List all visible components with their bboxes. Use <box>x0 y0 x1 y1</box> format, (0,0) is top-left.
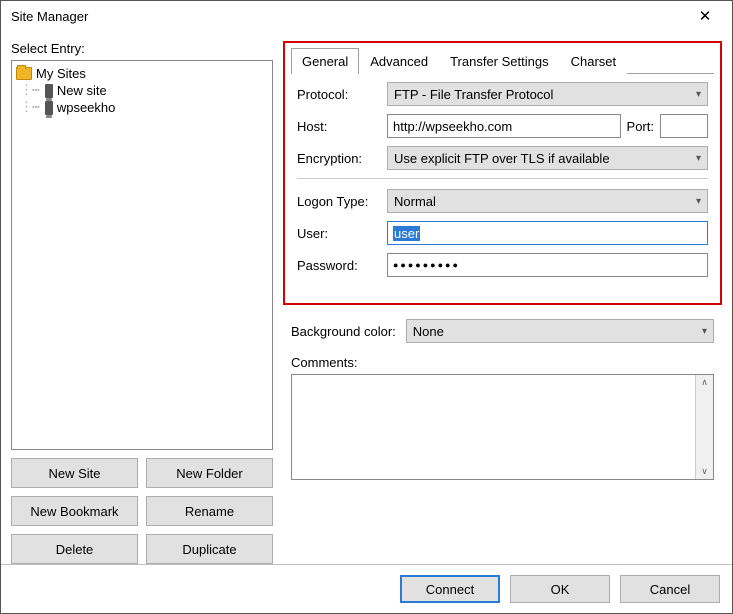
tree-root-my-sites[interactable]: My Sites <box>14 65 270 82</box>
background-color-row: Background color: None ▾ <box>291 319 714 343</box>
chevron-down-icon: ▾ <box>696 196 701 207</box>
protocol-label: Protocol: <box>297 87 381 102</box>
encryption-label: Encryption: <box>297 151 381 166</box>
background-color-value: None <box>413 324 444 339</box>
scroll-down-icon[interactable]: ∨ <box>701 464 708 479</box>
right-panel: General Advanced Transfer Settings Chars… <box>283 41 722 564</box>
password-row: Password: ●●●●●●●●● <box>297 253 708 277</box>
left-panel: Select Entry: My Sites ⋮⋯ New site ⋮⋯ <box>11 41 273 564</box>
scroll-up-icon[interactable]: ∧ <box>701 375 708 390</box>
tree-root-label: My Sites <box>36 66 86 81</box>
logon-type-value: Normal <box>394 194 436 209</box>
host-port-wrap: Port: <box>387 114 708 138</box>
comments-content[interactable] <box>292 375 695 479</box>
tab-advanced[interactable]: Advanced <box>359 48 439 74</box>
ok-button[interactable]: OK <box>510 575 610 603</box>
host-input[interactable] <box>387 114 621 138</box>
site-manager-window: Site Manager ✕ Select Entry: My Sites ⋮⋯… <box>0 0 733 614</box>
titlebar: Site Manager ✕ <box>1 1 732 31</box>
new-site-button[interactable]: New Site <box>11 458 138 488</box>
site-tree[interactable]: My Sites ⋮⋯ New site ⋮⋯ wpseekho <box>11 60 273 450</box>
rename-button[interactable]: Rename <box>146 496 273 526</box>
server-icon <box>45 101 53 115</box>
user-value-selected: user <box>393 226 420 241</box>
host-row: Host: Port: <box>297 114 708 138</box>
logon-type-select[interactable]: Normal ▾ <box>387 189 708 213</box>
tree-branch-icon: ⋮⋯ <box>20 83 39 98</box>
scrollbar[interactable]: ∧ ∨ <box>695 375 713 479</box>
close-icon[interactable]: ✕ <box>688 7 722 25</box>
protocol-row: Protocol: FTP - File Transfer Protocol ▾ <box>297 82 708 106</box>
comments-textarea[interactable]: ∧ ∨ <box>291 374 714 480</box>
tree-item-new-site[interactable]: ⋮⋯ New site <box>18 82 270 99</box>
user-row: User: user <box>297 221 708 245</box>
comments-label: Comments: <box>291 355 714 370</box>
dialog-footer: Connect OK Cancel <box>1 564 732 613</box>
protocol-value: FTP - File Transfer Protocol <box>394 87 553 102</box>
highlighted-region: General Advanced Transfer Settings Chars… <box>283 41 722 305</box>
select-entry-label: Select Entry: <box>11 41 273 56</box>
chevron-down-icon: ▾ <box>702 326 707 337</box>
tab-charset[interactable]: Charset <box>560 48 628 74</box>
window-title: Site Manager <box>11 9 88 24</box>
tree-branch-icon: ⋮⋯ <box>20 100 39 115</box>
port-label: Port: <box>627 119 654 134</box>
general-form: Protocol: FTP - File Transfer Protocol ▾… <box>291 74 714 277</box>
tab-general[interactable]: General <box>291 48 359 74</box>
logon-type-label: Logon Type: <box>297 194 381 209</box>
password-label: Password: <box>297 258 381 273</box>
logon-row: Logon Type: Normal ▾ <box>297 189 708 213</box>
encryption-value: Use explicit FTP over TLS if available <box>394 151 610 166</box>
delete-button[interactable]: Delete <box>11 534 138 564</box>
password-mask: ●●●●●●●●● <box>393 260 460 270</box>
below-panel: Background color: None ▾ Comments: ∧ ∨ <box>283 305 722 480</box>
background-color-select[interactable]: None ▾ <box>406 319 714 343</box>
tree-item-label: wpseekho <box>57 100 116 115</box>
left-button-grid: New Site New Folder New Bookmark Rename … <box>11 458 273 564</box>
new-bookmark-button[interactable]: New Bookmark <box>11 496 138 526</box>
tree-item-wpseekho[interactable]: ⋮⋯ wpseekho <box>18 99 270 116</box>
port-input[interactable] <box>660 114 708 138</box>
separator <box>297 178 708 179</box>
connect-button[interactable]: Connect <box>400 575 500 603</box>
password-input[interactable]: ●●●●●●●●● <box>387 253 708 277</box>
folder-icon <box>16 67 32 80</box>
duplicate-button[interactable]: Duplicate <box>146 534 273 564</box>
background-color-label: Background color: <box>291 324 396 339</box>
protocol-select[interactable]: FTP - File Transfer Protocol ▾ <box>387 82 708 106</box>
user-input[interactable]: user <box>387 221 708 245</box>
chevron-down-icon: ▾ <box>696 89 701 100</box>
user-label: User: <box>297 226 381 241</box>
server-icon <box>45 84 53 98</box>
cancel-button[interactable]: Cancel <box>620 575 720 603</box>
chevron-down-icon: ▾ <box>696 153 701 164</box>
host-label: Host: <box>297 119 381 134</box>
dialog-body: Select Entry: My Sites ⋮⋯ New site ⋮⋯ <box>1 31 732 564</box>
new-folder-button[interactable]: New Folder <box>146 458 273 488</box>
encryption-select[interactable]: Use explicit FTP over TLS if available ▾ <box>387 146 708 170</box>
tab-transfer-settings[interactable]: Transfer Settings <box>439 48 560 74</box>
tab-bar: General Advanced Transfer Settings Chars… <box>291 47 714 74</box>
encryption-row: Encryption: Use explicit FTP over TLS if… <box>297 146 708 170</box>
tree-children: ⋮⋯ New site ⋮⋯ wpseekho <box>14 82 270 116</box>
tree-item-label: New site <box>57 83 107 98</box>
